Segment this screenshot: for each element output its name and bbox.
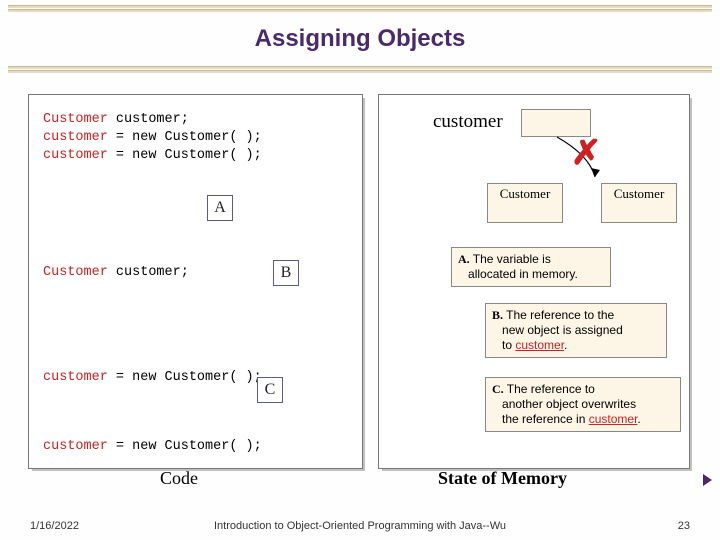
footer-state-label: State of Memory: [438, 468, 567, 489]
explain-tag: C.: [492, 382, 504, 396]
badge-a: A: [207, 195, 233, 221]
explain-text: another object overwrites: [502, 397, 636, 411]
code-text: customer;: [108, 112, 189, 127]
explain-underline: customer: [589, 412, 638, 426]
object-label: Customer: [500, 186, 551, 201]
footer-code-label: Code: [160, 468, 198, 489]
object-label: Customer: [614, 186, 665, 201]
code-text: = new Customer( );: [108, 439, 262, 454]
keyword: customer: [43, 148, 108, 163]
keyword: customer: [43, 370, 108, 385]
explain-underline: customer: [515, 338, 564, 352]
code-text: = new Customer( );: [108, 148, 262, 163]
bottom-bar: 1/16/2022 Introduction to Object-Oriente…: [0, 512, 720, 540]
explain-text: new object is assigned: [502, 323, 623, 337]
code-text: customer;: [108, 265, 189, 280]
explain-c: C. The reference to another object overw…: [485, 377, 681, 432]
top-rules: [0, 0, 720, 15]
explain-text: The reference to the: [503, 308, 614, 322]
next-slide-icon[interactable]: [703, 474, 712, 486]
code-panel: Customer customer; customer = new Custom…: [28, 94, 363, 469]
keyword: customer: [43, 439, 108, 454]
explain-text: the reference in: [502, 412, 589, 426]
slide-number: 23: [678, 520, 690, 532]
badge-b: B: [273, 260, 299, 286]
keyword: Customer: [43, 112, 108, 127]
explain-text: allocated in memory.: [468, 267, 578, 281]
explain-text: The variable is: [470, 252, 551, 266]
explain-a: A. The variable is allocated in memory.: [451, 247, 611, 287]
object-box-2: Customer: [601, 183, 677, 223]
badge-c: C: [257, 377, 283, 403]
explain-text: .: [637, 412, 640, 426]
content-area: Customer customer; customer = new Custom…: [0, 76, 720, 476]
explain-text: The reference to: [504, 382, 595, 396]
object-box-1: Customer: [487, 183, 563, 223]
memory-panel: customer Customer ✗ Customer A. The vari…: [378, 94, 690, 469]
explain-tag: A.: [458, 252, 470, 266]
explain-text: to: [502, 338, 515, 352]
slide-footer-text: Introduction to Object-Oriented Programm…: [0, 520, 720, 532]
code-block-bottom: Customer customer; B customer = new Cust…: [43, 228, 352, 507]
cross-icon: ✗: [571, 133, 602, 173]
code-block-top: Customer customer; customer = new Custom…: [43, 111, 352, 166]
slide-title: Assigning Objects: [0, 15, 720, 61]
explain-tag: B.: [492, 308, 503, 322]
explain-text: .: [564, 338, 567, 352]
keyword: customer: [43, 130, 108, 145]
mid-rules: [0, 61, 720, 76]
keyword: Customer: [43, 265, 108, 280]
code-text: = new Customer( );: [108, 370, 262, 385]
code-text: = new Customer( );: [108, 130, 262, 145]
explain-b: B. The reference to the new object is as…: [485, 303, 667, 358]
